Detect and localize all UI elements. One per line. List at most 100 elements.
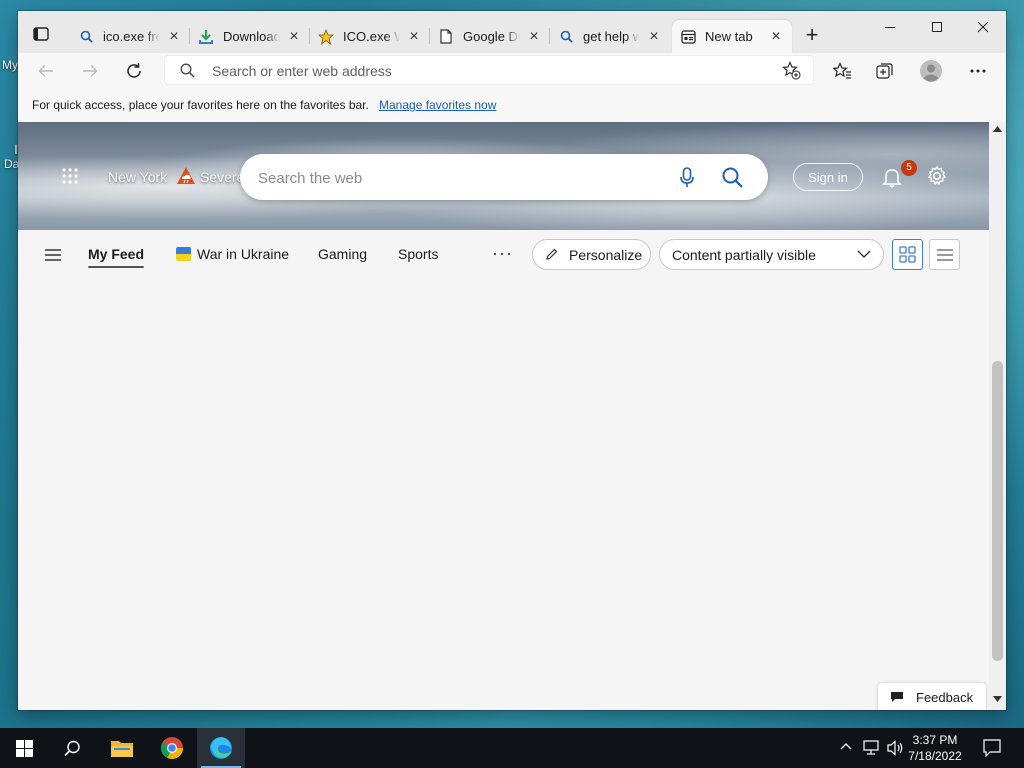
search-icon <box>63 740 80 756</box>
tab-close-icon[interactable]: × <box>286 28 302 45</box>
profile-button[interactable] <box>917 59 945 83</box>
clock-date: 7/18/2022 <box>908 749 962 763</box>
back-button[interactable] <box>32 59 60 83</box>
notification-count-badge: 5 <box>901 160 917 176</box>
tab-gaming[interactable]: Gaming <box>318 246 367 262</box>
search-favicon-icon <box>78 29 94 45</box>
manage-favorites-link[interactable]: Manage favorites now <box>379 98 496 112</box>
settings-and-more-button[interactable] <box>964 59 992 83</box>
desktop-icon-label[interactable]: My <box>2 58 18 72</box>
notifications-bell-icon[interactable] <box>881 166 903 188</box>
windows-taskbar: 3:37 PM 7/18/2022 <box>0 728 1024 768</box>
forward-button[interactable] <box>76 59 104 83</box>
page-scrollbar[interactable] <box>989 122 1006 710</box>
collections-button[interactable] <box>871 59 899 83</box>
chevron-up-icon[interactable] <box>840 742 852 750</box>
sign-in-button[interactable]: Sign in <box>793 163 863 191</box>
tab-sports[interactable]: Sports <box>398 246 438 262</box>
search-icon[interactable] <box>722 167 743 188</box>
tab-close-icon[interactable]: × <box>768 28 784 45</box>
tab-actions-icon <box>33 27 49 41</box>
tab-title: get help w <box>583 29 640 44</box>
tab-close-icon[interactable]: × <box>646 28 662 45</box>
document-favicon-icon <box>438 29 454 45</box>
grid-view-icon <box>899 246 916 263</box>
list-view-button[interactable] <box>929 239 960 270</box>
edge-icon <box>210 737 232 759</box>
browser-window: ico.exe free × Download × ICO.exe W × Go… <box>18 11 1006 710</box>
microphone-icon[interactable] <box>680 167 694 188</box>
tab-title: Download <box>223 29 280 44</box>
new-tab-page: New York Severe Sign in 5 <box>18 122 989 710</box>
address-bar[interactable] <box>164 55 814 85</box>
tab-strip: ico.exe free × Download × ICO.exe W × Go… <box>18 11 1006 53</box>
taskbar-file-explorer[interactable] <box>98 728 146 768</box>
favorites-bar: For quick access, place your favorites h… <box>18 89 1006 123</box>
content-visibility-value: Content partially visible <box>672 247 816 263</box>
menu-icon[interactable] <box>44 248 62 262</box>
weather-status[interactable]: Severe <box>200 169 244 185</box>
hero-banner: New York Severe Sign in 5 <box>18 122 989 230</box>
favorites-button[interactable] <box>828 59 856 83</box>
maximize-button[interactable] <box>915 21 959 43</box>
web-search-box[interactable] <box>240 154 768 200</box>
star-favicon-icon <box>318 28 334 45</box>
download-favicon-icon <box>198 29 214 45</box>
refresh-button[interactable] <box>120 59 148 83</box>
taskbar-chrome[interactable] <box>148 728 196 768</box>
gear-icon[interactable] <box>926 165 948 187</box>
content-visibility-dropdown[interactable]: Content partially visible <box>659 239 884 270</box>
tab-label: War in Ukraine <box>197 246 290 262</box>
taskbar-edge[interactable] <box>197 728 245 768</box>
folder-icon <box>111 741 133 757</box>
tab-my-feed[interactable]: My Feed <box>88 246 145 268</box>
tab-ico-exe-free[interactable]: ico.exe free × <box>70 20 190 53</box>
scroll-up-icon[interactable] <box>993 126 1002 132</box>
taskbar-search-button[interactable] <box>48 728 96 768</box>
new-tab-button[interactable]: + <box>800 24 824 47</box>
scroll-down-icon[interactable] <box>993 696 1002 702</box>
feed-navigation: My Feed War in Ukraine Gaming Sports ···… <box>18 230 989 282</box>
chrome-icon <box>161 737 183 759</box>
collections-icon <box>876 63 893 79</box>
favorites-bar-message: For quick access, place your favorites h… <box>32 98 369 112</box>
arrow-right-icon <box>83 65 98 77</box>
feedback-button[interactable]: Feedback <box>878 683 986 710</box>
tab-download[interactable]: Download × <box>190 20 310 53</box>
tab-google-drive[interactable]: Google Dr × <box>430 20 550 53</box>
tab-title: Google Dr <box>463 29 520 44</box>
close-window-button[interactable] <box>961 21 1005 43</box>
network-icon[interactable] <box>862 740 880 756</box>
scrollbar-thumb[interactable] <box>992 361 1003 661</box>
volume-icon[interactable] <box>886 740 904 756</box>
avatar-icon <box>920 60 942 82</box>
tab-ico-exe-w[interactable]: ICO.exe W × <box>310 20 430 53</box>
location-label[interactable]: New York <box>108 169 167 185</box>
more-icon <box>970 69 986 73</box>
notification-center-icon[interactable] <box>983 739 1001 757</box>
taskbar-clock[interactable]: 3:37 PM 7/18/2022 <box>905 732 965 764</box>
more-topics-button[interactable]: ··· <box>492 243 513 264</box>
tab-close-icon[interactable]: × <box>526 28 542 45</box>
tab-title: New tab <box>705 29 753 44</box>
tab-war-in-ukraine[interactable]: War in Ukraine <box>176 246 289 262</box>
grid-view-button[interactable] <box>892 239 923 270</box>
search-icon <box>180 63 195 78</box>
feedback-icon <box>891 692 903 702</box>
add-favorite-icon[interactable] <box>782 61 801 80</box>
web-search-input[interactable] <box>256 167 660 189</box>
minimize-button[interactable] <box>868 21 912 43</box>
tab-actions-button[interactable] <box>26 23 56 45</box>
tab-get-help[interactable]: get help w × <box>550 20 670 53</box>
ukraine-flag-icon <box>176 247 191 261</box>
app-launcher-icon[interactable] <box>62 168 78 184</box>
severe-weather-alert-icon[interactable] <box>176 166 196 186</box>
start-button[interactable] <box>0 728 48 768</box>
address-input[interactable] <box>210 60 754 82</box>
tab-new-tab[interactable]: New tab × <box>672 20 792 53</box>
refresh-icon <box>127 63 141 78</box>
minimize-icon <box>885 27 895 28</box>
personalize-button[interactable]: Personalize <box>532 239 651 270</box>
tab-close-icon[interactable]: × <box>406 28 422 45</box>
tab-close-icon[interactable]: × <box>166 28 182 45</box>
